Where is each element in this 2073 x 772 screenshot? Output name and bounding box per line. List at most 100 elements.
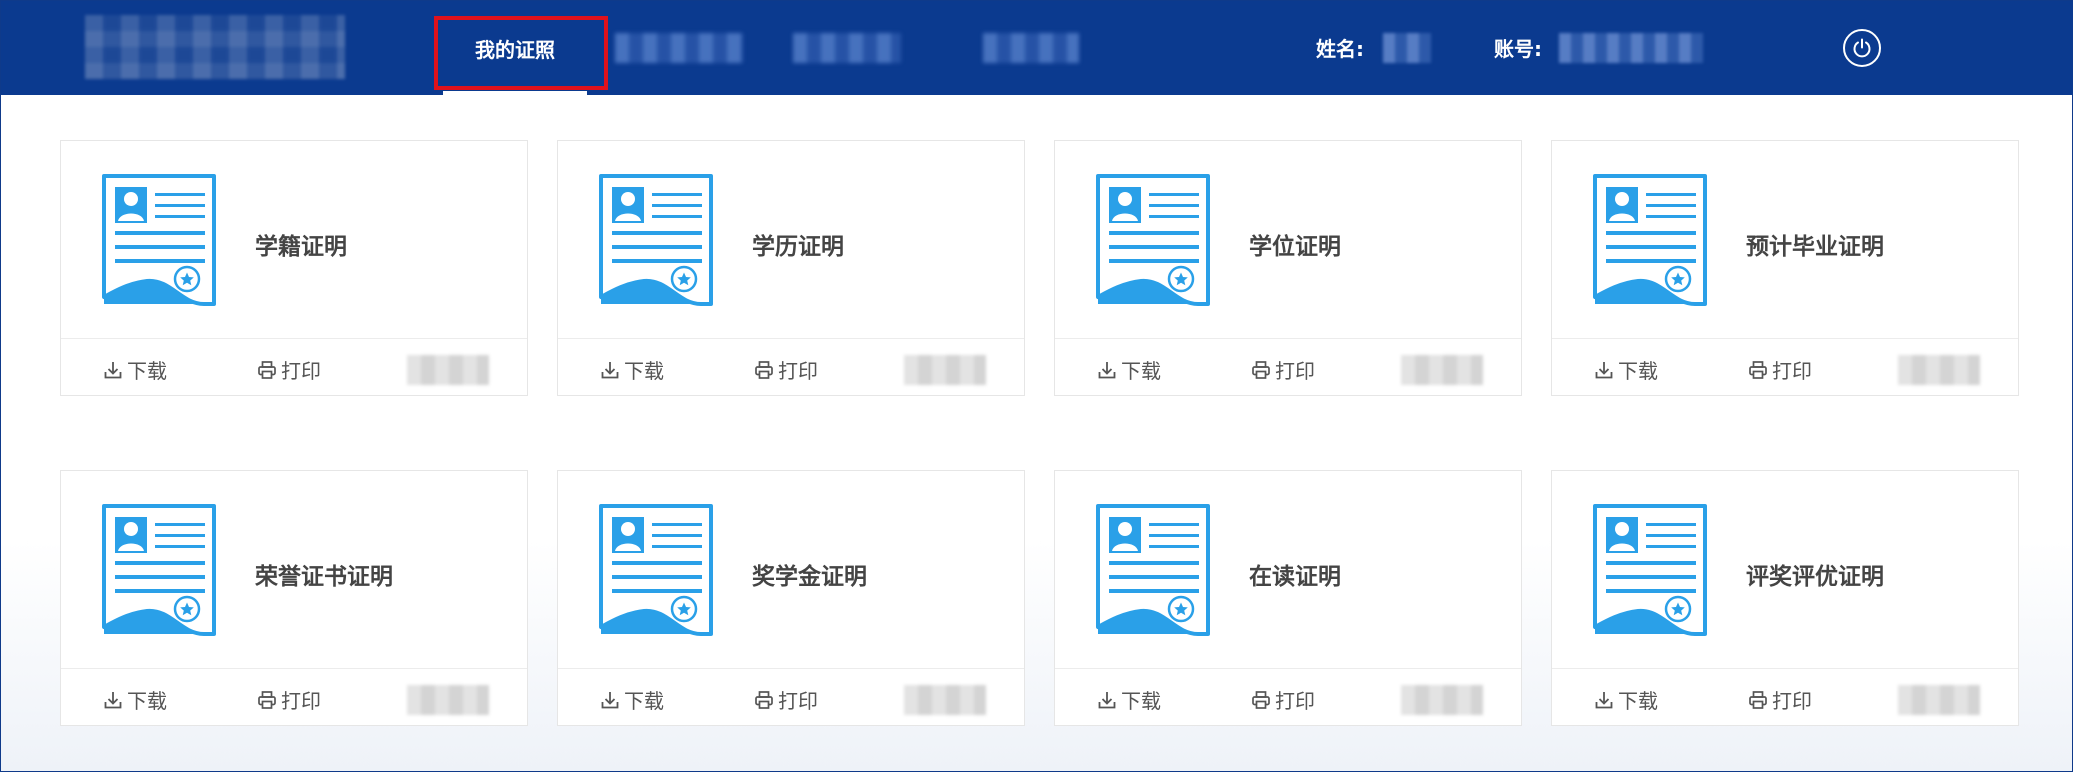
download-icon: [1595, 691, 1613, 708]
printer-icon: [755, 690, 773, 709]
download-icon: [601, 361, 619, 378]
certificate-icon: [1593, 174, 1707, 306]
printer-icon: [1749, 690, 1767, 709]
user-name-value: [1383, 33, 1431, 63]
redacted-action[interactable]: [407, 685, 489, 715]
power-icon: [1853, 38, 1871, 58]
redacted-action[interactable]: [1898, 355, 1980, 385]
download-button[interactable]: 下载: [600, 685, 664, 714]
certificate-card[interactable]: 在读证明 下载 打印: [1054, 470, 1522, 726]
printer-icon: [258, 360, 276, 379]
print-button[interactable]: 打印: [1748, 685, 1812, 714]
download-button[interactable]: 下载: [103, 355, 167, 384]
user-account-label: 账号:: [1494, 37, 1542, 61]
redacted-action[interactable]: [904, 355, 986, 385]
card-actions: 下载 打印: [1055, 668, 1521, 725]
printer-icon: [755, 360, 773, 379]
download-button[interactable]: 下载: [103, 685, 167, 714]
redacted-action[interactable]: [1898, 685, 1980, 715]
nav-tab-my-certificates[interactable]: 我的证照: [443, 1, 587, 95]
certificate-icon: [1096, 504, 1210, 636]
download-icon: [104, 361, 122, 378]
card-actions: 下载 打印: [558, 668, 1024, 725]
download-button[interactable]: 下载: [600, 355, 664, 384]
nav-tab-redacted-2[interactable]: [793, 33, 901, 63]
certificate-icon: [102, 174, 216, 306]
print-label: 打印: [1275, 689, 1315, 713]
certificate-icon: [1096, 174, 1210, 306]
download-label: 下载: [1121, 689, 1161, 713]
download-label: 下载: [127, 689, 167, 713]
printer-icon: [1252, 360, 1270, 379]
download-button[interactable]: 下载: [1594, 685, 1658, 714]
print-label: 打印: [281, 359, 321, 383]
nav-tab-redacted-1[interactable]: [615, 33, 743, 63]
card-actions: 下载 打印: [61, 668, 527, 725]
download-button[interactable]: 下载: [1097, 685, 1161, 714]
download-icon: [1098, 691, 1116, 708]
certificate-icon: [1593, 504, 1707, 636]
user-account-value: [1559, 33, 1703, 63]
print-button[interactable]: 打印: [1251, 685, 1315, 714]
printer-icon: [1749, 360, 1767, 379]
download-button[interactable]: 下载: [1097, 355, 1161, 384]
print-label: 打印: [1275, 359, 1315, 383]
certificate-icon: [599, 504, 713, 636]
download-label: 下载: [1618, 359, 1658, 383]
printer-icon: [258, 690, 276, 709]
download-label: 下载: [624, 359, 664, 383]
print-label: 打印: [1772, 689, 1812, 713]
user-name-label: 姓名:: [1316, 37, 1364, 61]
download-button[interactable]: 下载: [1594, 355, 1658, 384]
redacted-action[interactable]: [1401, 355, 1483, 385]
certificate-title: 学位证明: [1249, 234, 1341, 260]
card-actions: 下载 打印: [1552, 338, 2018, 395]
certificate-card[interactable]: 荣誉证书证明 下载 打印: [60, 470, 528, 726]
certificate-title: 学历证明: [752, 234, 844, 260]
card-actions: 下载 打印: [1055, 338, 1521, 395]
download-icon: [1098, 361, 1116, 378]
card-actions: 下载 打印: [61, 338, 527, 395]
nav-tab-redacted-3[interactable]: [983, 33, 1079, 63]
print-button[interactable]: 打印: [257, 355, 321, 384]
redacted-action[interactable]: [1401, 685, 1483, 715]
certificate-title: 奖学金证明: [752, 564, 867, 590]
certificate-title: 荣誉证书证明: [255, 564, 393, 590]
download-label: 下载: [624, 689, 664, 713]
certificate-card[interactable]: 学历证明 下载 打印: [557, 140, 1025, 396]
print-button[interactable]: 打印: [1251, 355, 1315, 384]
certificate-card[interactable]: 评奖评优证明 下载 打印: [1551, 470, 2019, 726]
print-label: 打印: [778, 689, 818, 713]
download-icon: [601, 691, 619, 708]
certificate-title: 评奖评优证明: [1746, 564, 1884, 590]
site-logo: [85, 15, 345, 79]
certificate-icon: [599, 174, 713, 306]
download-icon: [104, 691, 122, 708]
certificate-title: 预计毕业证明: [1746, 234, 1884, 260]
print-button[interactable]: 打印: [1748, 355, 1812, 384]
print-button[interactable]: 打印: [754, 355, 818, 384]
certificate-card[interactable]: 学位证明 下载 打印: [1054, 140, 1522, 396]
print-label: 打印: [778, 359, 818, 383]
card-actions: 下载 打印: [558, 338, 1024, 395]
logout-button[interactable]: [1843, 29, 1881, 67]
certificate-card[interactable]: 奖学金证明 下载 打印: [557, 470, 1025, 726]
download-label: 下载: [1618, 689, 1658, 713]
download-label: 下载: [1121, 359, 1161, 383]
print-label: 打印: [1772, 359, 1812, 383]
certificate-card[interactable]: 预计毕业证明 下载 打印: [1551, 140, 2019, 396]
print-label: 打印: [281, 689, 321, 713]
download-icon: [1595, 361, 1613, 378]
certificate-title: 在读证明: [1249, 564, 1341, 590]
redacted-action[interactable]: [904, 685, 986, 715]
certificate-title: 学籍证明: [255, 234, 347, 260]
certificate-icon: [102, 504, 216, 636]
download-label: 下载: [127, 359, 167, 383]
print-button[interactable]: 打印: [257, 685, 321, 714]
print-button[interactable]: 打印: [754, 685, 818, 714]
card-actions: 下载 打印: [1552, 668, 2018, 725]
certificate-card[interactable]: 学籍证明 下载 打印: [60, 140, 528, 396]
redacted-action[interactable]: [407, 355, 489, 385]
printer-icon: [1252, 690, 1270, 709]
nav-tab-label: 我的证照: [475, 37, 555, 62]
